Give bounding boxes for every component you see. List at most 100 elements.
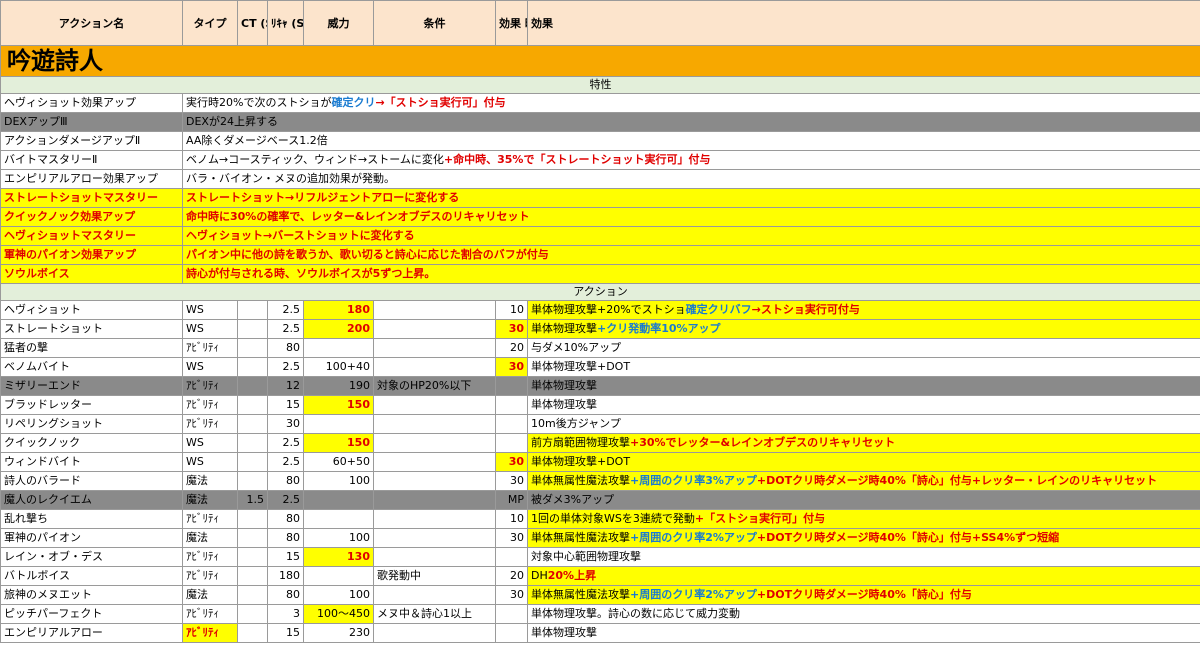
effect-text: 詩心が付与される時、ソウルボイスが5ずつ上昇。 [186,267,436,280]
action-recast: 180 [267,566,304,586]
action-potency: 100 [303,585,374,605]
action-type: 魔法 [182,471,238,491]
action-recast: 12 [267,376,304,396]
effect-highlight-red: +「ストショ実行可」付与 [694,512,826,525]
effect-text: バラ・バイオン・メヌの追加効果が発動。 [186,172,395,185]
action-type: ｱﾋﾞﾘﾃｨ [182,338,238,358]
action-condition: 対象のHP20%以下 [373,376,496,396]
action-recast: 80 [267,528,304,548]
effect-text: 単体物理攻撃。詩心の数に応じて威力変動 [531,607,740,620]
action-effect: 単体物理攻撃 [527,376,1200,396]
header-condition: 条件 [373,0,496,46]
action-recast: 30 [267,414,304,434]
action-potency: 230 [303,623,374,643]
action-duration [495,547,528,567]
trait-effect: DEXが24上昇する [182,112,1200,132]
action-potency: 190 [303,376,374,396]
action-type: WS [182,357,238,377]
action-duration [495,414,528,434]
trait-row: DEXアップⅢ DEXが24上昇する [0,112,1200,132]
action-potency: 100 [303,528,374,548]
trait-row: クイックノック効果アップ 命中時に30%の確率で、レッター&レインオブデスのリキャ… [0,207,1200,227]
effect-text: 単体物理攻撃 [531,626,597,639]
action-name: 軍神のパイオン [0,528,183,548]
action-condition [373,300,496,320]
action-potency: 180 [303,300,374,320]
action-type: 魔法 [182,528,238,548]
action-name: ストレートショット [0,319,183,339]
action-ct [237,566,268,586]
action-duration [495,395,528,415]
effect-highlight-blue: +周囲のクリ率3%アップ [630,474,757,487]
action-name: 乱れ撃ち [0,509,183,529]
action-potency: 150 [303,395,374,415]
action-condition [373,471,496,491]
trait-name: 軍神のパイオン効果アップ [0,245,183,265]
action-recast: 80 [267,509,304,529]
action-duration: 30 [495,528,528,548]
action-effect: 単体物理攻撃。詩心の数に応じて威力変動 [527,604,1200,624]
header-action: アクション名 [0,0,183,46]
action-effect: 10m後方ジャンプ [527,414,1200,434]
effect-text: 前方扇範囲物理攻撃 [531,436,630,449]
action-condition: メヌ中＆詩心1以上 [373,604,496,624]
action-potency [303,490,374,510]
action-effect: 与ダメ10%アップ [527,338,1200,358]
action-row: レイン・オブ・デス ｱﾋﾞﾘﾃｨ 15 130 対象中心範囲物理攻撃 [0,547,1200,567]
effect-text: ベノム→コースティック、ウィンド→ストームに変化 [186,153,444,166]
traits-body: ヘヴィショット効果アップ 実行時20%で次のストショが確定クリ→「ストショ実行可」… [0,93,1200,284]
action-ct [237,338,268,358]
trait-row: ストレートショットマスタリー ストレートショット→リフルジェントアローに変化する [0,188,1200,208]
header-duration: 効果 時間 (S) [495,0,528,46]
trait-row: バイトマスタリーⅡ ベノム→コースティック、ウィンド→ストームに変化+命中時、35… [0,150,1200,170]
action-duration: 30 [495,471,528,491]
action-duration: 30 [495,319,528,339]
action-row: 魔人のレクイエム 魔法 1.5 2.5 MP 被ダメ3%アップ [0,490,1200,510]
action-ct [237,376,268,396]
effect-highlight-red: →「ストショ実行可」付与 [375,96,506,109]
action-condition [373,319,496,339]
action-ct [237,414,268,434]
effect-text: 単体物理攻撃 [531,322,597,335]
action-name: ピッチパーフェクト [0,604,183,624]
effect-text: 対象中心範囲物理攻撃 [531,550,641,563]
action-duration: 20 [495,566,528,586]
action-name: ウィンドバイト [0,452,183,472]
header-recast: ﾘｷｬ (S) [267,0,304,46]
action-condition [373,528,496,548]
action-type: ｱﾋﾞﾘﾃｨ [182,623,238,643]
action-condition [373,395,496,415]
trait-effect: 命中時に30%の確率で、レッター&レインオブデスのリキャリセット [182,207,1200,227]
action-recast: 2.5 [267,300,304,320]
action-row: 猛者の撃 ｱﾋﾞﾘﾃｨ 80 20 与ダメ10%アップ [0,338,1200,358]
action-effect: 単体物理攻撃+クリ発動率10%アップ [527,319,1200,339]
effect-text: 単体無属性魔法攻撃 [531,531,630,544]
effect-text: パイオン中に他の詩を歌うか、歌い切ると詩心に応じた割合のバフが付与 [186,248,549,261]
action-duration: 30 [495,585,528,605]
trait-effect: 実行時20%で次のストショが確定クリ→「ストショ実行可」付与 [182,93,1200,113]
trait-effect: バラ・バイオン・メヌの追加効果が発動。 [182,169,1200,189]
trait-name: ストレートショットマスタリー [0,188,183,208]
action-row: エンピリアルアロー ｱﾋﾞﾘﾃｨ 15 230 単体物理攻撃 [0,623,1200,643]
action-ct [237,623,268,643]
trait-row: ヘヴィショット効果アップ 実行時20%で次のストショが確定クリ→「ストショ実行可」… [0,93,1200,113]
effect-highlight-red: →ストショ実行可付与 [751,303,860,316]
trait-name: クイックノック効果アップ [0,207,183,227]
action-ct: 1.5 [237,490,268,510]
action-duration: 10 [495,300,528,320]
action-duration: 30 [495,357,528,377]
action-recast: 2.5 [267,433,304,453]
action-condition [373,414,496,434]
action-name: 旅神のメヌエット [0,585,183,605]
action-condition [373,338,496,358]
trait-row: ヘヴィショットマスタリー ヘヴィショット→バーストショットに変化する [0,226,1200,246]
action-ct [237,509,268,529]
action-duration [495,604,528,624]
trait-row: アクションダメージアップⅡ AA除くダメージベース1.2倍 [0,131,1200,151]
effect-text: 単体物理攻撃 [531,379,597,392]
action-ct [237,452,268,472]
action-potency [303,566,374,586]
action-row: ピッチパーフェクト ｱﾋﾞﾘﾃｨ 3 100〜450 メヌ中＆詩心1以上 単体物理攻撃。詩… [0,604,1200,624]
effect-highlight-red: +命中時、35%で「ストレートショット実行可」付与 [443,153,711,166]
action-condition [373,490,496,510]
